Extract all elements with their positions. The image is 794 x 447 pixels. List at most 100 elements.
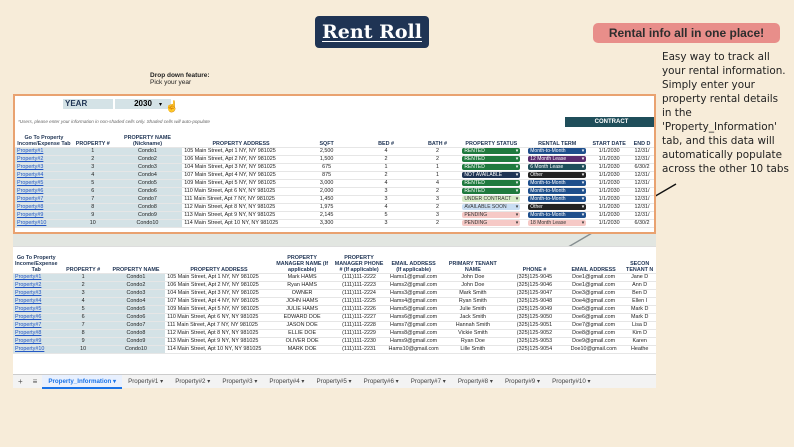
property-tab-link[interactable]: Property#9 bbox=[13, 337, 60, 346]
sheet-tab[interactable]: Property#10 ▾ bbox=[546, 375, 597, 389]
property-tab-link[interactable]: Property#4 bbox=[13, 297, 60, 306]
table-cell: (325)125-9054 bbox=[505, 345, 564, 354]
table-cell: 4 bbox=[418, 179, 457, 188]
table-cell: 111 Main Street, Apt 7 NY, NY 981025 bbox=[182, 195, 300, 204]
all-sheets-menu-icon[interactable]: ≡ bbox=[28, 377, 43, 386]
rental-term-dropdown[interactable]: Month-to-Month bbox=[528, 196, 587, 202]
table-cell: 1,500 bbox=[299, 155, 354, 164]
sheet-tab[interactable]: Property#6 ▾ bbox=[358, 375, 405, 389]
status-dropdown[interactable]: AVAILABLE SOON bbox=[462, 204, 521, 210]
chevron-down-icon[interactable]: ▾ bbox=[300, 378, 304, 385]
table-cell: 107 Main Street, Apt 4 NY, NY 981025 bbox=[182, 171, 300, 180]
column-header: BED # bbox=[353, 129, 419, 148]
property-tab-link[interactable]: Property#10 bbox=[15, 219, 73, 228]
table-cell: 1 bbox=[72, 147, 113, 156]
rental-term-dropdown[interactable]: Other bbox=[528, 204, 587, 210]
property-tab-link[interactable]: Property#10 bbox=[13, 345, 60, 354]
property-tab-link[interactable]: Property#9 bbox=[15, 211, 73, 220]
table-cell: 8 bbox=[72, 203, 113, 212]
sheet-tab[interactable]: Property#7 ▾ bbox=[405, 375, 452, 389]
property-tab-link[interactable]: Property#1 bbox=[13, 273, 60, 282]
chevron-down-icon[interactable]: ▾ bbox=[441, 378, 446, 385]
status-dropdown[interactable]: PENDING bbox=[462, 220, 521, 226]
property-tab-link[interactable]: Property#7 bbox=[15, 195, 73, 204]
status-dropdown[interactable]: RENTED bbox=[462, 180, 521, 186]
table-cell: (111)111-2223 bbox=[331, 281, 387, 290]
table-cell: 2 bbox=[72, 155, 113, 164]
table-cell: 2 bbox=[353, 155, 419, 164]
year-dropdown[interactable]: 2030 bbox=[115, 99, 171, 109]
property-tab-link[interactable]: Property#3 bbox=[15, 163, 73, 172]
table-cell: Hams4@gmail.com bbox=[386, 297, 441, 306]
column-header: EMAIL ADDRESS bbox=[563, 249, 624, 274]
status-dropdown[interactable]: RENTED bbox=[462, 148, 521, 154]
rental-term-dropdown[interactable]: Month-to-Month bbox=[528, 180, 587, 186]
sheet-tab[interactable]: Property#5 ▾ bbox=[311, 375, 358, 389]
sheet-tab[interactable]: Property#2 ▾ bbox=[169, 375, 216, 389]
status-dropdown[interactable]: RENTED bbox=[462, 164, 521, 170]
table-cell: Condo8 bbox=[106, 329, 166, 338]
table-cell: 12/31/ bbox=[630, 179, 654, 188]
rental-term-dropdown[interactable]: 18 Month Lease bbox=[528, 220, 587, 226]
status-dropdown[interactable]: UNDER CONTRACT bbox=[462, 196, 521, 202]
chevron-down-icon[interactable]: ▾ bbox=[111, 378, 116, 385]
chevron-down-icon[interactable]: ▾ bbox=[205, 378, 210, 385]
property-tab-link[interactable]: Property#5 bbox=[13, 305, 60, 314]
table-cell: Hams8@gmail.com bbox=[386, 329, 441, 338]
sheet-tab-label: Property#9 bbox=[504, 377, 536, 385]
property-tab-link[interactable]: Property#4 bbox=[15, 171, 73, 180]
property-tab-link[interactable]: Property#5 bbox=[15, 179, 73, 188]
table-cell: 113 Main Street, Apt 9 NY, NY 981025 bbox=[182, 211, 300, 220]
sheet-tab[interactable]: Property#4 ▾ bbox=[263, 375, 310, 389]
sheet-tab-label: Property#3 bbox=[222, 377, 253, 385]
chevron-down-icon[interactable]: ▾ bbox=[488, 378, 493, 385]
chevron-down-icon[interactable]: ▾ bbox=[159, 101, 162, 108]
table-cell: 1/1/2030 bbox=[588, 171, 630, 180]
column-header: PROPERTY # bbox=[59, 249, 107, 274]
property-tab-link[interactable]: Property#1 bbox=[15, 147, 73, 156]
table-cell: (111)111-2229 bbox=[331, 329, 387, 338]
property-tab-link[interactable]: Property#2 bbox=[13, 281, 60, 290]
table-cell: 5 bbox=[72, 179, 113, 188]
chevron-down-icon[interactable]: ▾ bbox=[394, 378, 399, 385]
status-dropdown[interactable]: PENDING bbox=[462, 212, 521, 218]
property-tab-link[interactable]: Property#3 bbox=[13, 289, 60, 298]
sheet-tab[interactable]: Property#1 ▾ bbox=[122, 375, 169, 389]
term-cell: 18 Month Lease bbox=[526, 219, 589, 228]
property-tab-link[interactable]: Property#6 bbox=[13, 313, 60, 322]
table-cell: Condo5 bbox=[106, 305, 166, 314]
rental-term-dropdown[interactable]: Month-to-Month bbox=[528, 212, 587, 218]
rental-term-dropdown[interactable]: Other bbox=[528, 172, 587, 178]
rental-term-dropdown[interactable]: Month-to-Month bbox=[528, 148, 587, 154]
table-cell: 107 Main Street, Apt 4 NY, NY 981025 bbox=[165, 297, 273, 306]
table-cell: 10 bbox=[72, 219, 113, 228]
status-dropdown[interactable]: RENTED bbox=[462, 156, 521, 162]
chevron-down-icon[interactable]: ▾ bbox=[347, 378, 352, 385]
property-tab-link[interactable]: Property#7 bbox=[13, 321, 60, 330]
table-cell: (325)125-9051 bbox=[505, 321, 564, 330]
table-cell: Condo5 bbox=[112, 179, 183, 188]
sheet-tab[interactable]: Property#3 ▾ bbox=[216, 375, 263, 389]
status-cell: PENDING bbox=[456, 211, 527, 220]
property-tab-link[interactable]: Property#8 bbox=[15, 203, 73, 212]
chevron-down-icon[interactable]: ▾ bbox=[535, 378, 540, 385]
table-cell: Hams10@gmail.com bbox=[386, 345, 441, 354]
rental-term-dropdown[interactable]: 6 Month Lease bbox=[528, 164, 587, 170]
sheet-tab[interactable]: Property_Information ▾ bbox=[42, 374, 123, 389]
status-dropdown[interactable]: RENTED bbox=[462, 188, 521, 194]
add-sheet-icon[interactable]: + bbox=[13, 377, 28, 386]
rental-term-dropdown[interactable]: 12 Month Lease bbox=[528, 156, 587, 162]
table-cell: 109 Main Street, Apt 5 NY, NY 981025 bbox=[165, 305, 273, 314]
sheet-tab[interactable]: Property#8 ▾ bbox=[452, 375, 499, 389]
rental-term-dropdown[interactable]: Month-to-Month bbox=[528, 188, 587, 194]
chevron-down-icon[interactable]: ▾ bbox=[158, 378, 163, 385]
chevron-down-icon[interactable]: ▾ bbox=[586, 378, 591, 385]
property-tab-link[interactable]: Property#6 bbox=[15, 187, 73, 196]
table-cell: Condo4 bbox=[106, 297, 166, 306]
chevron-down-icon[interactable]: ▾ bbox=[253, 378, 257, 385]
property-tab-link[interactable]: Property#8 bbox=[13, 329, 60, 338]
status-dropdown[interactable]: NOT AVAILABLE bbox=[462, 172, 521, 178]
property-tab-link[interactable]: Property#2 bbox=[15, 155, 73, 164]
table-cell: 1/1/2030 bbox=[588, 187, 630, 196]
sheet-tab[interactable]: Property#9 ▾ bbox=[499, 375, 546, 389]
